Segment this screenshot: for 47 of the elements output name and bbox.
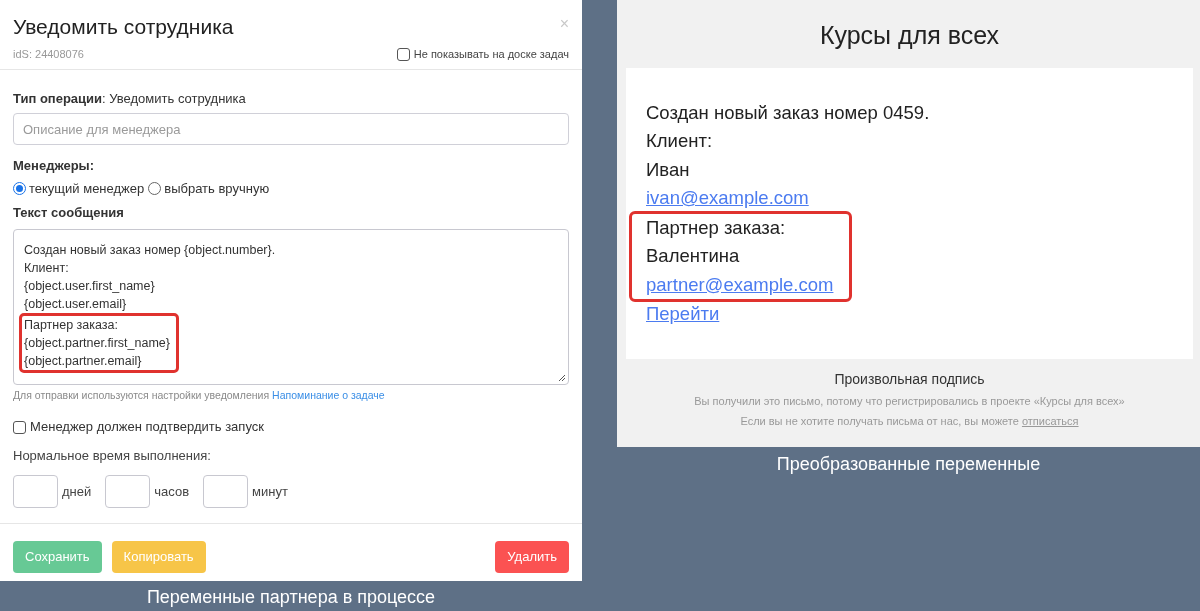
dialog-title: Уведомить сотрудника	[13, 14, 234, 40]
message-textarea[interactable]: Создан новый заказ номер {object.number}. Клиент: {object.user.first_name} {object.user.email} Партнер заказа: {object.partner.first_name} {object.partner.email}	[13, 228, 569, 385]
checkbox-label: Менеджер должен подтвердить запуск	[30, 418, 264, 437]
message-line: Клиент:	[24, 259, 70, 277]
duration-input[interactable]	[203, 475, 249, 509]
unsubscribe-link[interactable]: отписаться	[1021, 415, 1079, 427]
message-line: {object.user.first_name}	[24, 277, 156, 295]
duration-input[interactable]	[105, 475, 151, 509]
email-signature: Произвольная подпись	[834, 369, 985, 389]
unit-label: дней	[62, 483, 92, 501]
duration-label: Нормальное время выполнения:	[13, 446, 212, 465]
managers-label: Менеджеры:	[13, 157, 96, 175]
email-line: Иван	[646, 157, 690, 182]
email-line: Клиент:	[646, 129, 713, 153]
email-link[interactable]: ivan@example.com	[646, 184, 809, 213]
reminder-link[interactable]: Напоминание о задаче	[272, 388, 385, 401]
hint-text: Для отправки используются настройки уведомления Напоминание о задаче	[13, 387, 386, 403]
email-link[interactable]: Перейти	[646, 300, 720, 329]
checkbox-label: Не показывать на доске задач	[413, 47, 569, 62]
checkbox[interactable]	[13, 420, 26, 434]
duration-input[interactable]	[13, 475, 58, 509]
task-id: idS: 24408076	[13, 47, 84, 62]
email-line: Создан новый заказ номер 0459.	[646, 100, 930, 125]
message-line: {object.partner.first_name}	[24, 334, 170, 352]
delete-button[interactable]: Удалить	[495, 541, 569, 573]
message-label: Текст сообщения	[13, 204, 125, 222]
radio-label: текущий менеджер	[29, 179, 145, 198]
radio-label: выбрать вручную	[164, 179, 270, 198]
unsubscribe-text: Если вы не хотите получать письма от нас, вы можете отписаться	[740, 414, 1079, 429]
message-line: {object.user.email}	[24, 295, 128, 313]
unit-label: часов	[154, 483, 190, 501]
email-notice: Вы получили это письмо, потому что регистрировались в проекте «Курсы для всех»	[694, 393, 1125, 409]
checkbox[interactable]	[396, 47, 410, 61]
operation-type-text: Тип операции: Уведомить сотрудника	[13, 89, 247, 108]
message-line: Партнер заказа:	[24, 316, 119, 334]
email-line: Партнер заказа:	[646, 215, 786, 240]
description-input[interactable]: Описание для менеджера	[13, 113, 569, 145]
message-line: Создан новый заказ номер {object.number}.	[24, 241, 276, 259]
save-button[interactable]: Сохранить	[13, 541, 102, 573]
email-line: Валентина	[646, 244, 740, 268]
unit-label: минут	[252, 483, 288, 501]
image-caption: Преобразованные переменные	[776, 453, 1041, 476]
email-link[interactable]: partner@example.com	[646, 270, 834, 299]
message-line: {object.partner.email}	[24, 352, 143, 370]
image-caption: Переменные партнера в процессе	[146, 586, 436, 609]
email-header: Курсы для всех	[819, 20, 1000, 51]
resize-handle-icon[interactable]	[558, 373, 566, 382]
